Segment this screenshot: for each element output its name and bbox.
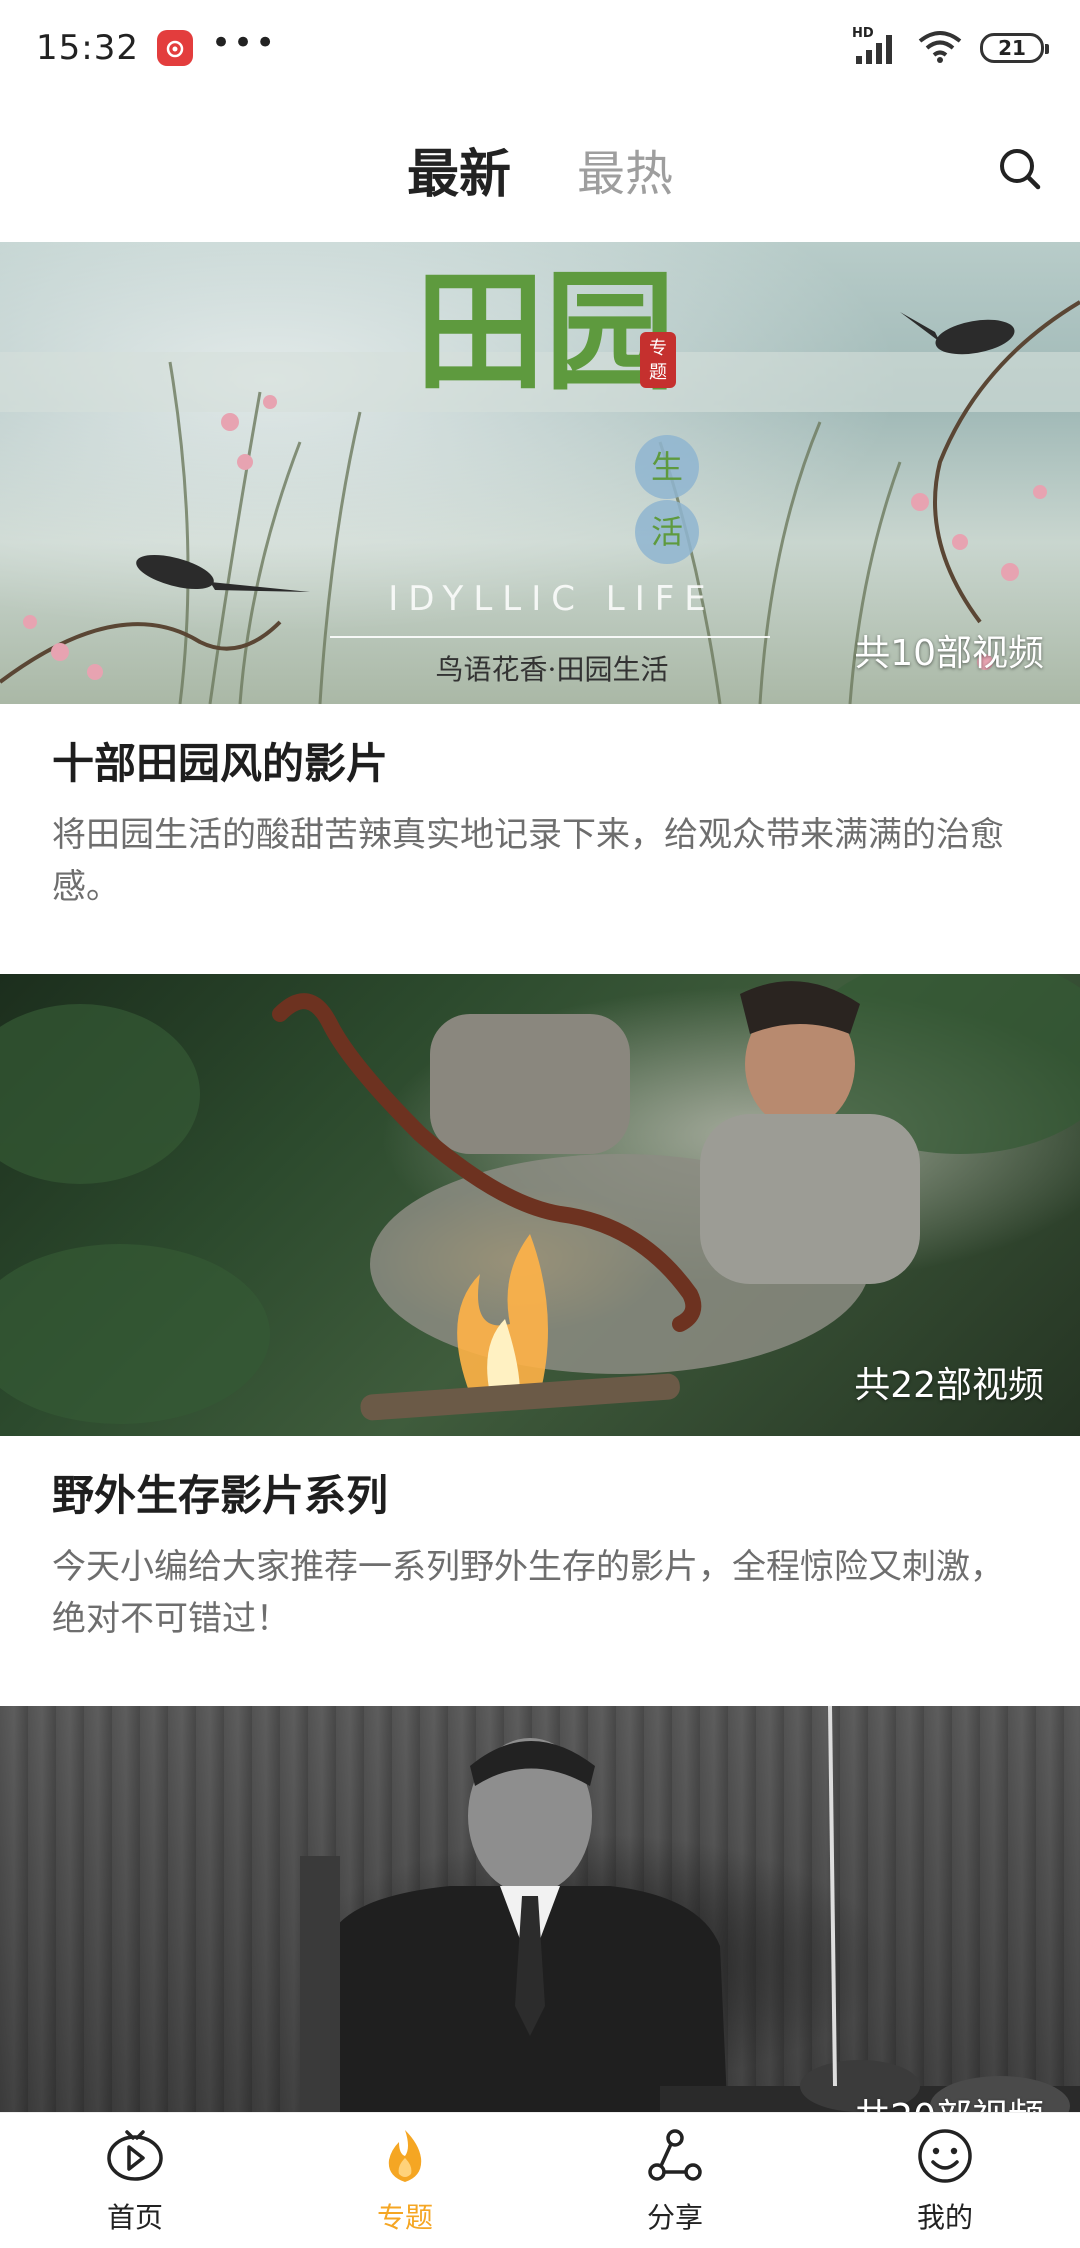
app-screen: 15:32 ••• HD 21 最新 最热 田园 生 活 专 题 IDYLLIC… [0,0,1080,2248]
tab-latest[interactable]: 最新 [407,132,511,207]
tab-hottest[interactable]: 最热 [577,134,673,204]
top-tabs: 最新 最热 [0,96,1080,242]
nav-label: 首页 [106,2201,163,2234]
card-description: 今天小编给大家推荐一系列野外生存的影片，全程惊险又刺激，绝对不可错过！ [52,1547,1004,1639]
status-time: 15:32 [36,28,139,68]
nav-profile[interactable]: 我的 [810,2113,1080,2248]
topic-card[interactable]: 共20部视频 [0,1706,1080,2168]
flame-icon [388,2130,422,2182]
status-left: 15:32 ••• [36,23,278,68]
share-icon [648,2129,702,2181]
card-text: 十部田园风的影片 将田园生活的酸甜苦辣真实地记录下来，给观众带来满满的治愈感。 [0,704,1080,974]
cover-caption: 鸟语花香·田园生活 [436,653,669,686]
svg-text:专: 专 [649,338,667,359]
nav-share[interactable]: 分享 [540,2113,810,2248]
svg-text:生: 生 [651,448,683,486]
video-count: 共10部视频 [854,633,1044,674]
nav-label: 专题 [376,2201,433,2234]
svg-text:活: 活 [651,513,683,551]
hd-label: HD [852,26,874,41]
cellular-signal-icon: HD [852,26,900,66]
topic-cover-image[interactable]: 田园 生 活 专 题 IDYLLIC LIFE 鸟语花香·田园生活 共10部视频 [0,242,1080,704]
search-icon[interactable] [990,139,1050,199]
svg-text:题: 题 [649,362,667,383]
wifi-icon [918,29,962,67]
nav-label: 我的 [916,2201,973,2234]
nav-label: 分享 [646,2201,703,2234]
topic-feed: 田园 生 活 专 题 IDYLLIC LIFE 鸟语花香·田园生活 共10部视频 [0,242,1080,2168]
smiley-icon [918,2129,972,2183]
play-icon [107,2130,163,2181]
cover-title-top: 田园 [415,255,675,408]
topic-card[interactable]: 田园 生 活 专 题 IDYLLIC LIFE 鸟语花香·田园生活 共10部视频 [0,242,1080,974]
topic-card[interactable]: 共22部视频 野外生存影片系列 今天小编给大家推荐一系列野外生存的影片，全程惊险… [0,974,1080,1706]
more-notifications-icon: ••• [210,23,278,63]
card-text: 野外生存影片系列 今天小编给大家推荐一系列野外生存的影片，全程惊险又刺激，绝对不… [0,1436,1080,1706]
card-title[interactable]: 十部田园风的影片 [52,730,1028,791]
status-right: HD 21 [852,26,1049,67]
topic-cover-image[interactable]: 共22部视频 [0,974,1080,1436]
card-title[interactable]: 野外生存影片系列 [52,1462,1028,1523]
topic-cover-image[interactable]: 共20部视频 [0,1706,1080,2168]
nav-home[interactable]: 首页 [0,2113,270,2248]
netease-music-icon [156,30,193,66]
card-description: 将田园生活的酸甜苦辣真实地记录下来，给观众带来满满的治愈感。 [52,815,1004,907]
battery-icon: 21 [980,33,1049,63]
bottom-nav: 首页 专题 分享 我的 [0,2112,1080,2248]
battery-level: 21 [998,36,1026,60]
nav-topics[interactable]: 专题 [270,2113,540,2248]
status-bar: 15:32 ••• HD 21 [0,0,1080,96]
cover-english: IDYLLIC LIFE [388,579,716,619]
video-count: 共22部视频 [854,1365,1044,1406]
